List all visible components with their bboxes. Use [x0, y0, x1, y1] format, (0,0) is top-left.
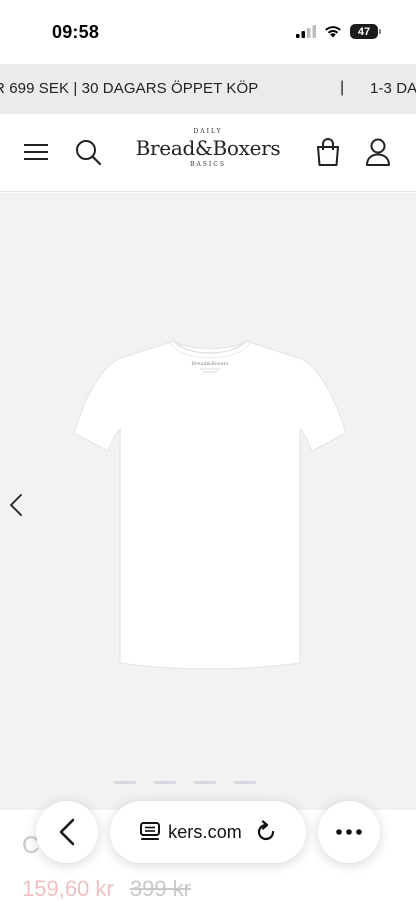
gallery-dot[interactable]	[154, 781, 176, 784]
banner-text-left: R 699 SEK | 30 DAGARS ÖPPET KÖP	[0, 80, 259, 97]
wifi-icon	[325, 26, 341, 38]
gallery-dot[interactable]	[114, 781, 136, 784]
status-bar: 09:58 47	[0, 0, 416, 64]
gallery-dot[interactable]	[194, 781, 216, 784]
user-icon	[366, 138, 390, 166]
gallery-prev-button[interactable]	[4, 485, 28, 525]
page-menu-icon	[140, 822, 161, 840]
cellular-signal-icon	[296, 25, 316, 38]
chevron-left-icon	[10, 494, 22, 516]
price-row: 159,60 kr 399 kr	[22, 876, 191, 900]
status-icons: 47	[296, 24, 381, 39]
logo-tagline-top: DAILY	[193, 128, 223, 135]
logo-wordmark: Bread&Boxers	[135, 136, 281, 160]
chevron-left-icon	[59, 818, 75, 846]
menu-button[interactable]	[20, 136, 52, 168]
address-bar[interactable]: kers.com	[110, 801, 306, 863]
menu-icon	[24, 144, 48, 160]
sale-price: 159,60 kr	[22, 876, 114, 900]
browser-more-button[interactable]	[318, 801, 380, 863]
search-button[interactable]	[72, 136, 104, 168]
shirt-label: Bread&Boxers	[191, 361, 229, 367]
page-menu-button[interactable]	[138, 820, 162, 844]
status-time: 09:58	[52, 22, 100, 42]
cart-button[interactable]	[312, 136, 344, 168]
announcement-banner[interactable]: R 699 SEK | 30 DAGARS ÖPPET KÖP | 1-3 DA	[0, 64, 416, 114]
reload-button[interactable]	[254, 820, 278, 844]
search-icon	[76, 140, 102, 166]
reload-icon	[257, 820, 275, 841]
shopping-bag-icon	[317, 138, 339, 166]
logo-tagline-bottom: BASICS	[190, 161, 226, 168]
brand-logo[interactable]: DAILY Bread&Boxers BASICS	[128, 126, 288, 182]
account-button[interactable]	[362, 136, 394, 168]
banner-text-right: 1-3 DA	[370, 80, 416, 97]
browser-back-button[interactable]	[36, 801, 98, 863]
site-header: DAILY Bread&Boxers BASICS	[0, 114, 416, 192]
more-icon	[336, 829, 362, 835]
product-gallery[interactable]: Bread&Boxers	[0, 193, 416, 810]
battery-icon: 47	[350, 24, 381, 39]
gallery-dot[interactable]	[234, 781, 256, 784]
original-price: 399 kr	[129, 876, 192, 900]
banner-divider: |	[340, 79, 345, 96]
url-text: kers.com	[168, 821, 242, 842]
product-image-tshirt: Bread&Boxers	[73, 340, 347, 670]
battery-level: 47	[357, 25, 371, 38]
gallery-pagination	[114, 781, 256, 784]
